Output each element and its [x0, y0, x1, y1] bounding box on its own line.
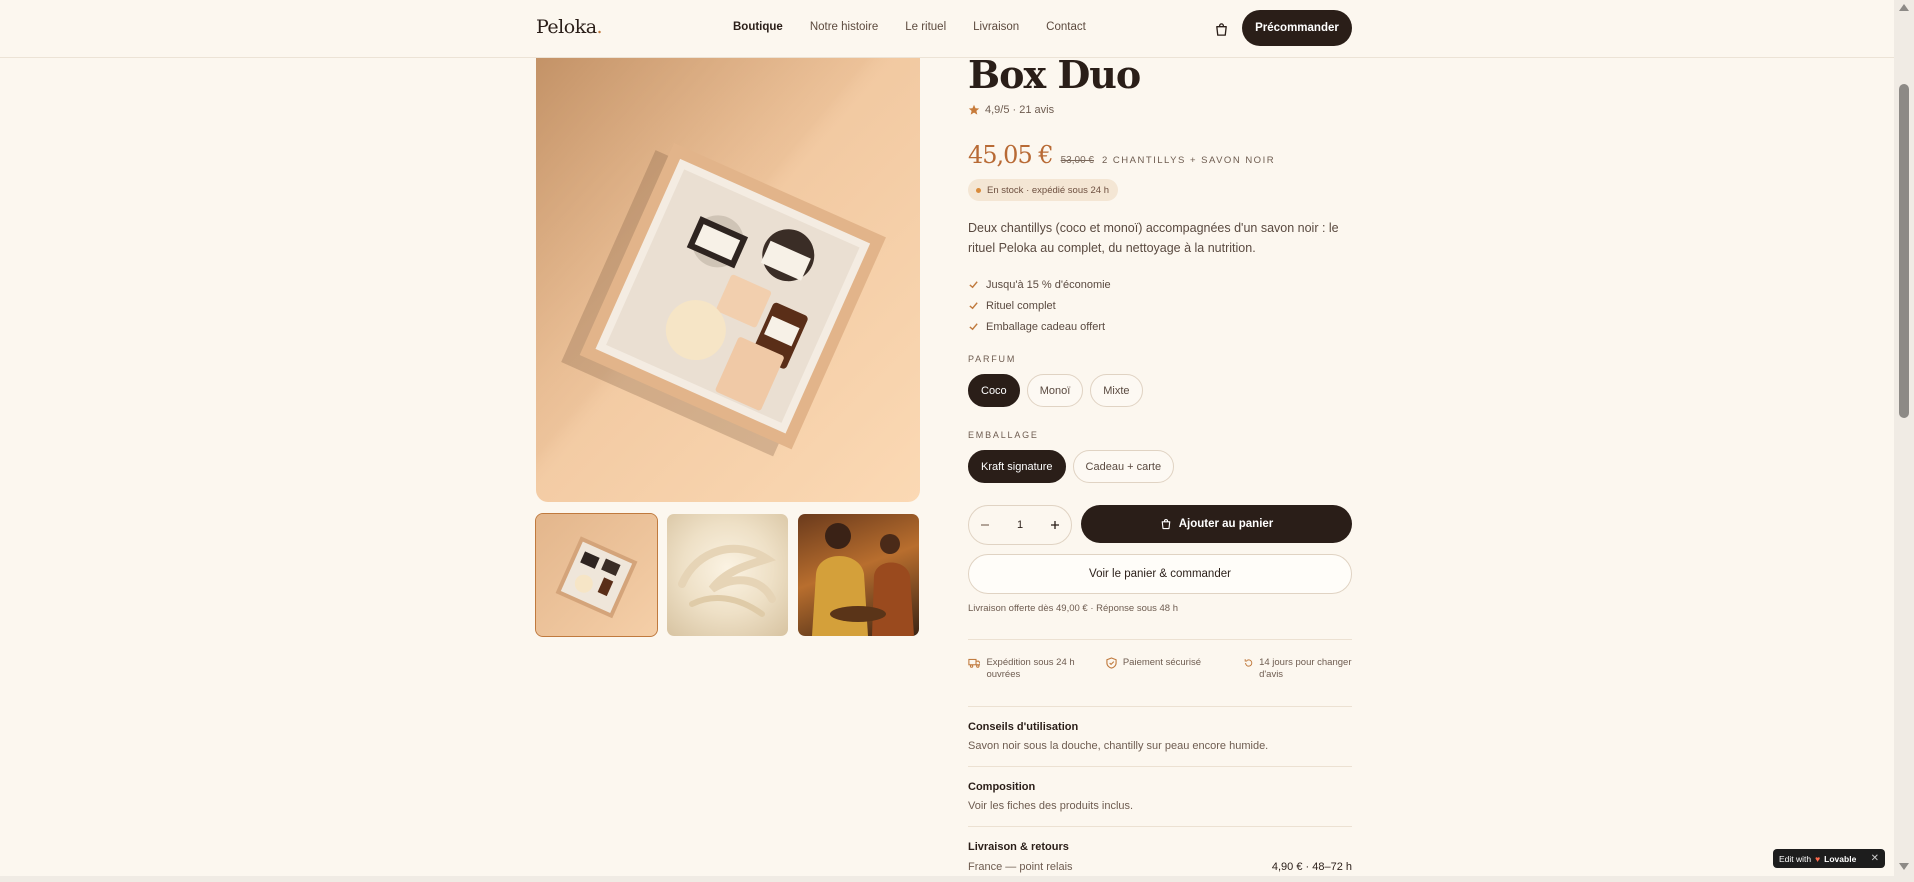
scroll-thumb[interactable] — [1899, 84, 1909, 418]
shopping-bag-icon — [1215, 22, 1227, 36]
accordion-composition-body: Voir les fiches des produits inclus. — [968, 800, 1134, 812]
check-icon — [969, 302, 978, 310]
divider — [968, 766, 1352, 767]
check-icon — [969, 281, 978, 289]
accordion-livraison-title[interactable]: Livraison & retours — [968, 841, 1069, 853]
accordion-conseils-body: Savon noir sous la douche, chantilly sur… — [968, 740, 1269, 752]
minus-icon[interactable] — [980, 520, 990, 530]
product-description: Deux chantillys (coco et monoï) accompag… — [968, 221, 1339, 255]
emballage-option-cadeau[interactable]: Cadeau + carte — [1072, 450, 1175, 483]
thumbnail-box[interactable] — [535, 513, 658, 637]
quantity-value[interactable]: 1 — [1017, 519, 1023, 531]
view-cart-button[interactable]: Voir le panier & commander — [968, 554, 1352, 594]
feature-item: Rituel complet — [968, 295, 1111, 316]
cream-thumbnail-image — [678, 544, 777, 617]
current-price: 45,05 € — [968, 141, 1054, 169]
perk-shipping: Expédition sous 24 h ouvrées — [968, 657, 1106, 681]
feature-text: Jusqu'à 15 % d'économie — [986, 278, 1111, 291]
nav-boutique[interactable]: Boutique — [733, 21, 783, 33]
parfum-option-monoi[interactable]: Monoï — [1026, 374, 1084, 407]
feature-list: Jusqu'à 15 % d'économie Rituel complet E… — [968, 274, 1111, 337]
quantity-stepper: 1 — [968, 505, 1072, 545]
perk-returns: 14 jours pour changer d'avis — [1244, 657, 1352, 681]
check-icon — [969, 323, 978, 331]
thumbnail-strip — [535, 513, 919, 637]
thumbnail-artisans[interactable] — [798, 514, 919, 636]
cart-button[interactable] — [1211, 19, 1231, 39]
nav-contact[interactable]: Contact — [1046, 21, 1086, 33]
plus-icon[interactable] — [1050, 520, 1060, 530]
divider — [968, 826, 1352, 827]
refresh-icon — [1244, 659, 1252, 667]
horizontal-scrollbar[interactable] — [0, 876, 1894, 882]
accordion-livraison-body: France — point relais — [968, 861, 1073, 873]
shield-icon — [1106, 657, 1117, 669]
vertical-scrollbar[interactable] — [1894, 0, 1914, 882]
parfum-option-mixte[interactable]: Mixte — [1090, 374, 1143, 407]
rating-text: 4,9/5 · 21 avis — [985, 104, 1055, 116]
badge-prefix: Edit with — [1779, 853, 1812, 864]
logo-text: Peloka — [536, 16, 597, 38]
stock-badge: En stock · expédié sous 24 h — [968, 179, 1118, 201]
price-tagline: 2 CHANTILLYS + SAVON NOIR — [1101, 155, 1276, 166]
add-to-cart-button[interactable]: Ajouter au panier — [1081, 505, 1352, 543]
divider — [968, 706, 1352, 707]
badge-brand: Lovable — [1824, 853, 1857, 864]
logo-dot: . — [596, 16, 603, 38]
lovable-badge[interactable]: Edit with ♥ Lovable ✕ — [1773, 849, 1885, 868]
stock-dot-icon — [976, 187, 981, 193]
parfum-options: Coco Monoï Mixte — [968, 374, 1143, 407]
emballage-option-kraft[interactable]: Kraft signature — [968, 450, 1066, 483]
perks-row: Expédition sous 24 h ouvrées Paiement sé… — [968, 657, 1352, 681]
parfum-label: PARFUM — [968, 354, 1017, 364]
shipping-note: Livraison offerte dès 49,00 € · Réponse … — [968, 603, 1179, 614]
old-price: 53,00 € — [1060, 155, 1094, 166]
thumbnail-cream[interactable] — [667, 514, 788, 636]
accordion-conseils-title[interactable]: Conseils d'utilisation — [968, 721, 1078, 733]
scroll-down-icon[interactable] — [1899, 863, 1909, 870]
perk-text: Paiement sécurisé — [1122, 657, 1201, 668]
accordion-livraison-price: 4,90 € · 48–72 h — [1271, 861, 1352, 873]
divider — [968, 639, 1352, 640]
main-nav: Boutique Notre histoire Le rituel Livrai… — [733, 21, 1086, 33]
emballage-label: EMBALLAGE — [968, 430, 1039, 440]
close-icon[interactable]: ✕ — [1871, 853, 1879, 864]
price-row: 45,05 € 53,00 € 2 CHANTILLYS + SAVON NOI… — [968, 141, 1275, 169]
perk-text: 14 jours pour changer d'avis — [1259, 657, 1352, 680]
gift-box-illustration — [536, 40, 920, 502]
site-header: Peloka. Boutique Notre histoire Le ritue… — [0, 0, 1894, 58]
add-to-cart-label: Ajouter au panier — [1178, 518, 1274, 530]
product-title: Box Duo — [968, 52, 1141, 97]
feature-item: Jusqu'à 15 % d'économie — [968, 274, 1111, 295]
nav-notre-histoire[interactable]: Notre histoire — [810, 21, 878, 33]
heart-icon: ♥ — [1815, 853, 1821, 864]
feature-item: Emballage cadeau offert — [968, 316, 1111, 337]
emballage-options: Kraft signature Cadeau + carte — [968, 450, 1175, 483]
rating: 4,9/5 · 21 avis — [968, 104, 1054, 116]
truck-icon — [968, 658, 981, 668]
feature-text: Rituel complet — [986, 299, 1056, 312]
product-main-image — [536, 40, 920, 502]
perk-payment: Paiement sécurisé — [1106, 657, 1244, 681]
nav-le-rituel[interactable]: Le rituel — [905, 21, 946, 33]
shopping-bag-icon — [1161, 519, 1171, 530]
preorder-button[interactable]: Précommander — [1242, 10, 1352, 46]
artisans-thumbnail-image — [812, 523, 914, 636]
stock-text: En stock · expédié sous 24 h — [987, 184, 1109, 196]
accordion-composition-title[interactable]: Composition — [968, 781, 1035, 793]
feature-text: Emballage cadeau offert — [986, 320, 1106, 333]
scroll-up-icon[interactable] — [1899, 4, 1909, 11]
box-thumbnail-image — [555, 536, 638, 619]
perk-text: Expédition sous 24 h ouvrées — [986, 657, 1075, 680]
logo[interactable]: Peloka. — [536, 16, 603, 38]
nav-livraison[interactable]: Livraison — [973, 21, 1019, 33]
parfum-option-coco[interactable]: Coco — [968, 374, 1020, 407]
star-icon — [968, 104, 980, 115]
